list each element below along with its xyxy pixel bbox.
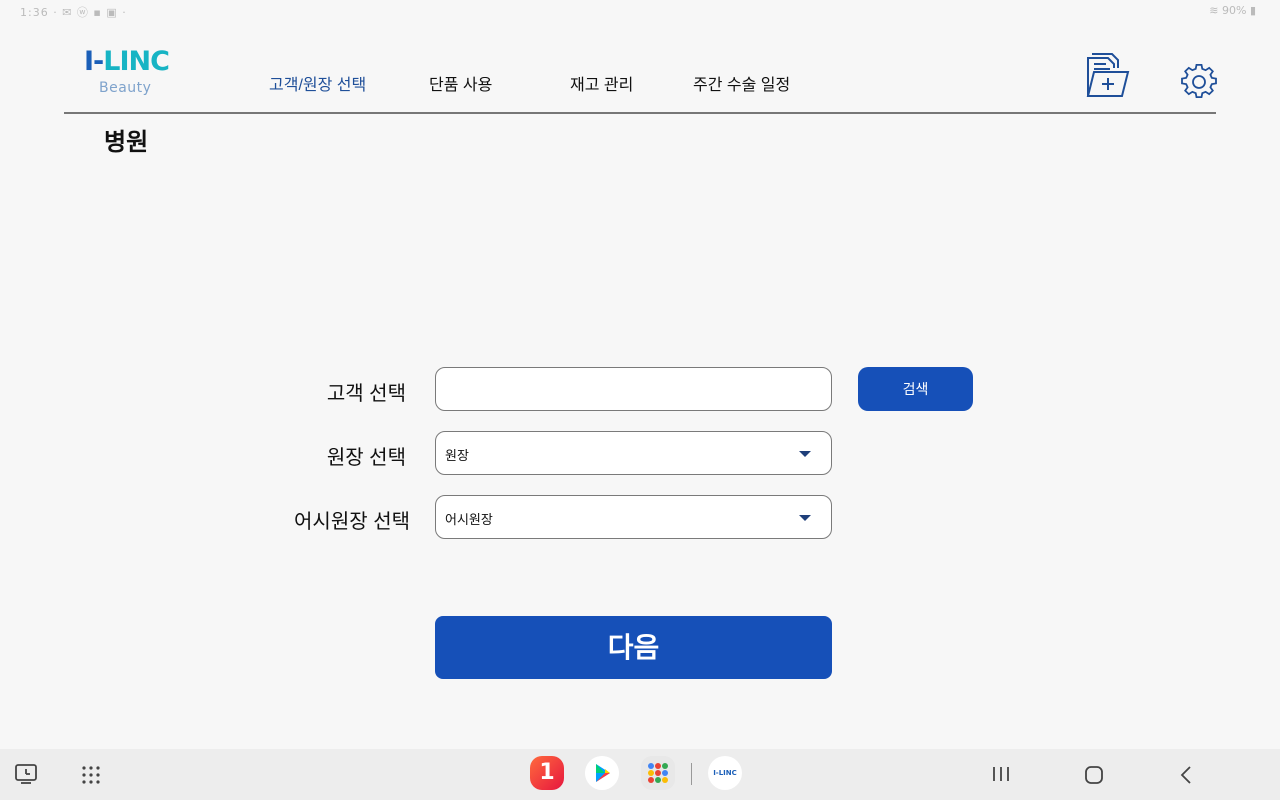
tab-inventory[interactable]: 재고 관리: [570, 71, 633, 95]
assistant-director-selected-value: 어시원장: [445, 512, 493, 527]
app-header: I-LINC Beauty 고객/원장 선택 단품 사용 재고 관리 주간 수술…: [64, 40, 1217, 114]
tab-weekly-surgery-schedule[interactable]: 주간 수술 일정: [693, 71, 790, 95]
logo-wordmark: I-LINC: [84, 46, 170, 78]
customer-search-field[interactable]: [435, 367, 832, 411]
screen-recorder-icon[interactable]: [14, 763, 38, 785]
director-dropdown[interactable]: 원장: [435, 431, 832, 475]
gear-icon[interactable]: [1181, 64, 1217, 100]
search-button[interactable]: 검색: [858, 367, 973, 411]
home-icon[interactable]: [1084, 765, 1104, 785]
page-title: 병원: [104, 129, 149, 156]
taskbar-divider: [691, 763, 692, 785]
customer-search-input[interactable]: [436, 368, 831, 410]
assistant-director-dropdown[interactable]: 어시원장: [435, 495, 832, 539]
chevron-down-icon: [799, 451, 811, 457]
status-left: 1:36 · ✉ ⓦ ▪ ▣ ·: [20, 6, 127, 19]
director-selected-value: 원장: [445, 448, 469, 463]
recent-apps-icon[interactable]: [991, 765, 1011, 783]
status-right: ≋ 90% ▮: [1209, 4, 1256, 17]
ilinc-app-icon[interactable]: I-LINC: [708, 756, 742, 790]
android-taskbar: 1 I-LINC: [0, 749, 1280, 800]
back-icon[interactable]: [1178, 765, 1194, 785]
logo-part-a: I-: [84, 46, 104, 77]
assistant-director-select-label: 어시원장 선택: [294, 511, 410, 533]
play-store-icon[interactable]: [585, 756, 619, 790]
next-button[interactable]: 다음: [435, 616, 832, 679]
ilinc-logo: I-LINC Beauty: [84, 46, 180, 96]
tab-single-item-use[interactable]: 단품 사용: [429, 71, 492, 95]
app-one-icon[interactable]: 1: [530, 756, 564, 790]
tab-customer-director[interactable]: 고객/원장 선택: [269, 71, 366, 95]
google-apps-folder-icon[interactable]: [641, 756, 675, 790]
customer-select-label: 고객 선택: [326, 383, 406, 405]
apps-grid-icon[interactable]: [81, 765, 101, 785]
medical-folder-icon[interactable]: [1082, 52, 1130, 98]
chevron-down-icon: [799, 515, 811, 521]
logo-part-b: LINC: [103, 46, 170, 77]
logo-subtitle: Beauty: [99, 80, 152, 96]
director-select-label: 원장 선택: [326, 447, 406, 469]
status-bar: 1:36 · ✉ ⓦ ▪ ▣ · ≋ 90% ▮: [0, 0, 1280, 24]
